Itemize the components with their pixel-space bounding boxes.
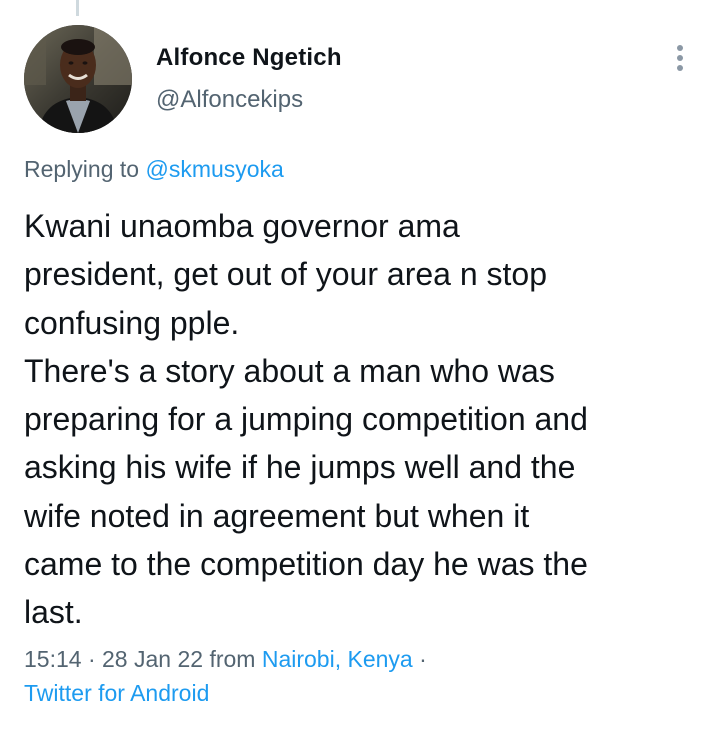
tweet-date[interactable]: 28 Jan 22	[102, 646, 203, 672]
author-handle[interactable]: @Alfoncekips	[156, 86, 303, 114]
more-dot	[677, 55, 683, 61]
avatar-photo	[24, 25, 132, 133]
replying-to-line: Replying to @skmusyoka	[24, 156, 284, 183]
tweet-location-link[interactable]: Nairobi, Kenya	[262, 646, 413, 672]
reply-to-mention-link[interactable]: @skmusyoka	[145, 156, 283, 182]
tweet-metadata: 15:14 · 28 Jan 22 from Nairobi, Kenya ·	[24, 642, 427, 676]
meta-separator: ·	[87, 646, 96, 672]
meta-separator: ·	[419, 646, 427, 672]
avatar[interactable]	[24, 25, 132, 133]
tweet-time[interactable]: 15:14	[24, 646, 82, 672]
more-vertical-icon[interactable]	[664, 40, 696, 76]
replying-to-label: Replying to	[24, 156, 140, 182]
tweet-source-line: Twitter for Android	[24, 676, 209, 710]
author-display-name[interactable]: Alfonce Ngetich	[156, 44, 342, 72]
thread-connector-line	[76, 0, 79, 16]
from-label: from	[209, 646, 256, 672]
tweet-client-link[interactable]: Twitter for Android	[24, 680, 209, 706]
tweet-text: Kwani unaomba governor ama president, ge…	[24, 208, 588, 631]
more-dot	[677, 45, 683, 51]
more-dot	[677, 65, 683, 71]
